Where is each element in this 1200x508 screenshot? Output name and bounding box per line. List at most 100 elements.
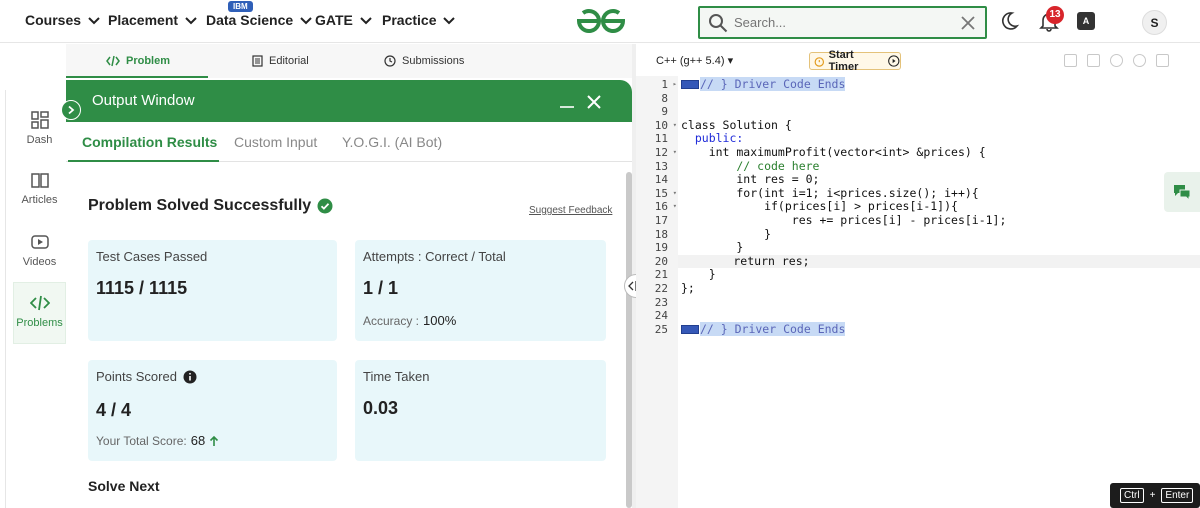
- output-tabs: Compilation Results Custom Input Y.O.G.I…: [66, 122, 632, 162]
- code-line: }: [681, 240, 744, 255]
- line-number: 19: [654, 241, 668, 255]
- chevron-down-icon: [443, 17, 456, 25]
- timer-label: Start Timer: [828, 49, 859, 73]
- editor-tool-icons: [1064, 54, 1169, 67]
- output-window-title: Output Window: [92, 92, 195, 109]
- line-number: 9: [661, 105, 668, 119]
- tab-problem[interactable]: Problem: [106, 55, 170, 67]
- tab-custom-input[interactable]: Custom Input: [234, 134, 317, 150]
- line-number: 18: [654, 227, 668, 241]
- output-window: Output Window Compilation Results Custom…: [66, 80, 632, 508]
- line-number: 23: [654, 295, 668, 309]
- minimize-icon[interactable]: [558, 92, 576, 110]
- code-editor[interactable]: 1 ▸ 8 9 10 ▾ 11 12 ▾ 13 14 15 ▾ 16 ▾ 17 18 19…: [636, 76, 1200, 508]
- tab-yogi-ai-bot[interactable]: Y.O.G.I. (AI Bot): [342, 134, 442, 150]
- card-label: Points Scored: [96, 369, 177, 384]
- nav-practice[interactable]: Practice: [382, 12, 456, 28]
- line-number: 15 ▾: [654, 186, 677, 201]
- tab-label: Problem: [126, 55, 171, 67]
- folded-marker-icon[interactable]: [681, 80, 699, 89]
- code-area[interactable]: // } Driver Code Ends class Solution { p…: [678, 76, 1200, 508]
- chat-button[interactable]: [1164, 172, 1200, 212]
- solve-next-heading: Solve Next: [88, 478, 160, 494]
- code-line: // } Driver Code Ends: [681, 321, 846, 337]
- fold-arrow-icon[interactable]: ▾: [673, 200, 677, 214]
- sidebar-item-dash[interactable]: Dash: [13, 110, 66, 170]
- fold-arrow-icon[interactable]: ▾: [673, 119, 677, 133]
- nav-gate[interactable]: GATE: [315, 12, 373, 28]
- folded-marker-icon[interactable]: [681, 324, 699, 334]
- caret-down-icon: ▾: [727, 55, 734, 67]
- code-line-active: return res;: [678, 254, 1200, 269]
- key-plus: +: [1149, 490, 1156, 501]
- play-circle-icon: [888, 55, 900, 67]
- expand-panel-button[interactable]: [61, 100, 81, 120]
- copy-icon[interactable]: [1064, 54, 1077, 67]
- fold-arrow-icon[interactable]: ▸: [673, 78, 677, 92]
- tab-editorial[interactable]: Editorial: [252, 55, 309, 67]
- moon-icon[interactable]: [998, 10, 1020, 32]
- code-line: public:: [681, 131, 744, 146]
- fullscreen-icon[interactable]: [1156, 54, 1169, 67]
- card-label: Attempts : Correct / Total: [363, 249, 506, 264]
- line-number: 25: [654, 322, 668, 336]
- close-icon[interactable]: [959, 14, 977, 32]
- reset-icon[interactable]: [1133, 54, 1146, 67]
- arrow-up-icon: [210, 435, 219, 446]
- tab-underline: [66, 76, 208, 78]
- accuracy-label: Accuracy :: [363, 313, 420, 328]
- test-cases-value: 1115 / 1115: [96, 278, 188, 298]
- document-icon: [252, 55, 263, 67]
- settings-icon[interactable]: [1110, 54, 1123, 67]
- translate-icon[interactable]: A: [1077, 12, 1095, 30]
- start-timer-button[interactable]: Start Timer: [809, 49, 901, 73]
- fold-arrow-icon[interactable]: ▾: [673, 187, 677, 201]
- close-icon[interactable]: [586, 94, 602, 110]
- nav-courses[interactable]: Courses: [25, 12, 101, 28]
- code-line: int maximumProfit(vector<int> &prices) {: [681, 145, 986, 159]
- output-window-header: Output Window: [66, 80, 632, 122]
- chat-icon: [1174, 185, 1191, 201]
- code-line: // } Driver Code Ends: [681, 77, 846, 92]
- avatar[interactable]: S: [1142, 10, 1167, 35]
- tab-submissions[interactable]: Submissions: [384, 55, 464, 67]
- key-enter: Enter: [1161, 488, 1194, 503]
- accuracy-value: 100%: [423, 313, 457, 328]
- info-icon[interactable]: [183, 370, 197, 384]
- line-number: 14: [654, 173, 668, 187]
- sidebar-item-problems[interactable]: Problems: [13, 282, 66, 344]
- upload-icon[interactable]: [1087, 54, 1100, 67]
- sidebar-item-label: Videos: [22, 256, 57, 268]
- code-line: int res = 0;: [681, 172, 820, 187]
- nav-data-science[interactable]: Data Science: [206, 12, 313, 28]
- left-sidebar: Dash Articles Videos Problems: [0, 90, 66, 508]
- key-ctrl: Ctrl: [1120, 488, 1144, 503]
- fold-arrow-icon[interactable]: ▾: [673, 146, 677, 160]
- gfg-logo-icon[interactable]: [575, 6, 627, 36]
- tab-compilation-results[interactable]: Compilation Results: [82, 134, 217, 150]
- nav-label: Practice: [382, 12, 437, 28]
- line-number: 24: [654, 309, 668, 323]
- line-number: 13: [654, 159, 668, 173]
- search-input[interactable]: [734, 15, 944, 30]
- top-navbar: Courses Placement IBM Data Science GATE …: [0, 0, 1200, 43]
- line-number: 12 ▾: [654, 146, 677, 160]
- search-box[interactable]: [698, 6, 987, 39]
- code-icon: [106, 55, 120, 67]
- attempts-card: Attempts : Correct / Total 1 / 1 Accurac…: [355, 240, 606, 341]
- line-number: 16 ▾: [654, 200, 677, 214]
- nav-placement[interactable]: Placement: [108, 12, 198, 28]
- line-number: 17: [654, 214, 668, 227]
- line-number: 1 ▸: [661, 78, 677, 92]
- sidebar-item-articles[interactable]: Articles: [13, 170, 66, 230]
- accuracy-row: Accuracy : 100%: [363, 313, 456, 328]
- editor-toolbar: C++ (g++ 5.4) ▾ Start Timer: [636, 44, 1200, 76]
- line-number: 10 ▾: [654, 118, 677, 133]
- suggest-feedback-link[interactable]: Suggest Feedback: [529, 205, 612, 216]
- sidebar-item-label: Articles: [21, 194, 58, 206]
- line-number: 20: [654, 254, 668, 268]
- language-select[interactable]: C++ (g++ 5.4) ▾: [656, 54, 733, 67]
- code-line: res += prices[i] - prices[i-1];: [681, 213, 1007, 227]
- total-score-value: 68: [190, 433, 206, 448]
- time-card: Time Taken 0.03: [355, 360, 606, 461]
